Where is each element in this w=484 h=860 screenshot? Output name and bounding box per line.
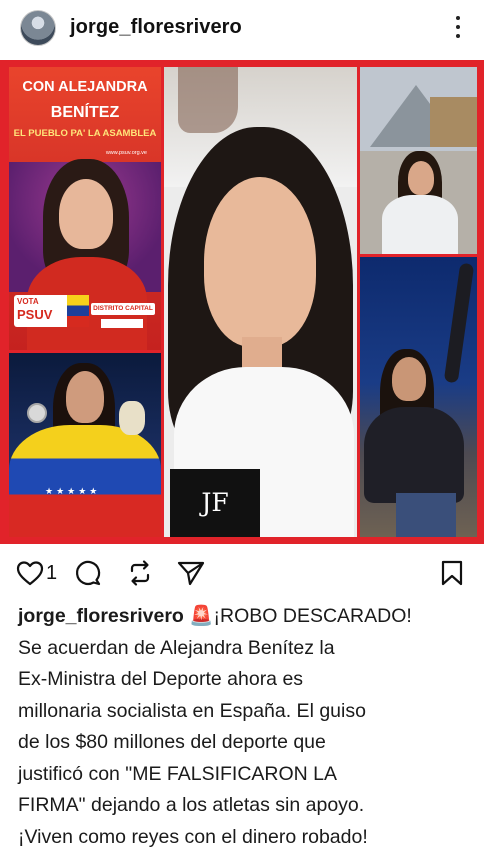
night-face [392,357,426,401]
caption-line-2: Se acuerdan de Alejandra Benítez la [18,636,335,659]
comment-icon[interactable] [74,556,102,590]
medal-icon [27,403,47,423]
party-label: PSUV [17,307,53,322]
night-city-photo [360,257,477,537]
flag-stars: ★★★★★ [45,486,101,496]
campaign-title-line1: CON ALEJANDRA [22,79,148,95]
campaign-face [59,179,113,249]
post-image[interactable]: CON ALEJANDRA BENÍTEZ EL PUEBLO PA' LA A… [0,60,484,544]
heart-icon[interactable] [16,556,44,590]
siren-emoji: 🚨 [189,605,214,627]
athlete-medal-image: ★★★★★ [9,353,161,537]
share-icon[interactable] [176,556,206,590]
museum-building [430,97,477,147]
caption-line-8: ¡Viven como reyes con el dinero robado! [18,825,368,848]
portrait-face [204,177,316,347]
more-vertical-icon[interactable] [454,12,462,42]
caption-text-1: ¡ROBO DESCARADO! [213,605,412,627]
caption-line-5: de los $80 millones del deporte que [18,731,326,753]
bookmark-icon[interactable] [440,556,464,590]
background-painting [178,67,238,133]
raised-arm [443,262,475,384]
caption-line-7: FIRMA" dejando a los atletas sin apoyo. [18,794,365,816]
jf-watermark: JF [170,469,260,537]
profile-avatar[interactable] [20,10,56,46]
caption-line-4: millonaria socialista en España. El guis… [18,699,366,722]
caption-username[interactable]: jorge_floresrivero [18,605,184,627]
district-label: DISTRITO CAPITAL [91,303,155,315]
post-username[interactable]: jorge_floresrivero [70,16,242,39]
post-header: jorge_floresrivero [0,0,484,56]
campaign-title-line2: BENÍTEZ [50,104,120,121]
athlete-jacket [9,425,161,537]
caption-line-3: Ex-Ministra del Deporte ahora es [18,668,304,690]
repost-icon[interactable] [126,556,154,590]
action-bar: 1 [0,556,484,594]
campaign-url: www.psuv.org.ve [105,150,147,156]
jeans [396,493,456,537]
caption-line-1: jorge_floresrivero 🚨¡ROBO DESCARADO! [18,601,474,633]
campaign-slogan: EL PUEBLO PA' LA ASAMBLEA [13,128,157,139]
post-caption: jorge_floresrivero 🚨¡ROBO DESCARADO! Se … [18,601,474,853]
vote-label: VOTA [17,297,39,306]
campaign-small-tag [101,319,143,328]
leather-jacket [364,407,464,503]
campaign-poster-image: CON ALEJANDRA BENÍTEZ EL PUEBLO PA' LA A… [9,67,161,350]
portrait-image: JF [164,67,357,537]
like-count[interactable]: 1 [46,562,57,585]
louvre-coat [382,195,458,254]
louvre-face [408,161,434,195]
louvre-photo [360,67,477,254]
flag-logo [67,295,89,327]
caption-line-6: justificó con "ME FALSIFICARON LA [18,762,338,785]
athlete-face [66,371,104,423]
mascot-toy [119,401,145,435]
